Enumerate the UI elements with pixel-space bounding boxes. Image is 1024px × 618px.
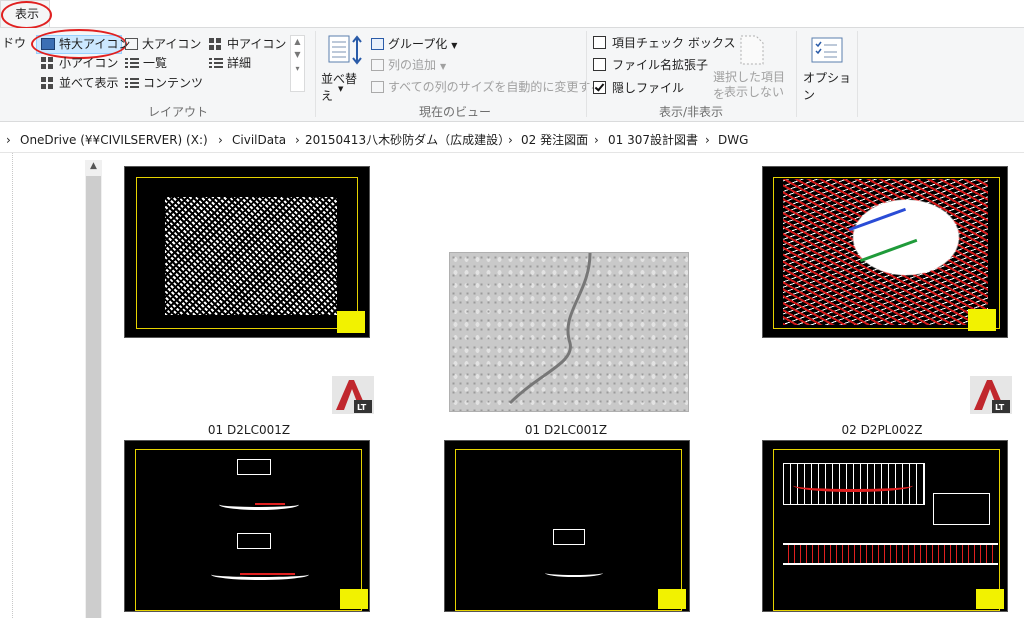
- large-icons-icon: [125, 38, 138, 50]
- address-bar[interactable]: › OneDrive (¥¥CIVILSERVER) (X:) › CivilD…: [0, 128, 1024, 153]
- svg-text:LT: LT: [357, 403, 367, 412]
- file-thumbnail: [124, 166, 370, 338]
- layout-list[interactable]: 一覧: [125, 54, 167, 72]
- breadcrumb-item[interactable]: 02 発注図面: [521, 128, 588, 152]
- list-icon: [125, 57, 139, 69]
- file-name: 01 D2LC001Z: [524, 423, 608, 437]
- sort-by-button[interactable]: 並べ替え ▼: [320, 33, 366, 103]
- file-extensions-toggle[interactable]: ファイル名拡張子: [593, 56, 708, 74]
- breadcrumb-item[interactable]: OneDrive (¥¥CIVILSERVER) (X:): [20, 128, 208, 152]
- pane-group-clipped-label: ドウ: [2, 36, 27, 50]
- size-all-columns-button[interactable]: すべての列のサイズを自動的に変更する: [371, 78, 602, 96]
- group-by-button[interactable]: グループ化 ▼: [371, 35, 457, 53]
- chevron-down-icon: ▼: [440, 62, 447, 71]
- file-item[interactable]: LT 01 D2LC001Z: [124, 166, 374, 437]
- small-icons-icon: [41, 57, 55, 69]
- navigation-pane-edge: [0, 153, 13, 618]
- layout-details[interactable]: 詳細: [209, 54, 251, 72]
- layout-medium-icons[interactable]: 中アイコン: [209, 35, 286, 53]
- river-path: [508, 253, 592, 405]
- group-label-show-hide: 表示/非表示: [659, 105, 724, 119]
- size-columns-icon: [371, 81, 384, 93]
- group-separator: [315, 31, 316, 117]
- details-icon: [209, 57, 223, 69]
- breadcrumb-separator: ›: [594, 133, 599, 147]
- content-icon: [125, 77, 139, 89]
- annotation-circle-tab: [1, 1, 52, 29]
- breadcrumb-item[interactable]: 20150413八木砂防ダム（広成建設）: [305, 128, 510, 152]
- file-thumbnail-map: [449, 252, 689, 412]
- breadcrumb-separator: ›: [6, 133, 11, 147]
- autocad-lt-icon: LT: [332, 376, 374, 414]
- breadcrumb-separator: ›: [218, 133, 223, 147]
- group-separator: [586, 31, 587, 117]
- chevron-down-icon[interactable]: ▼: [291, 48, 304, 62]
- chevron-down-icon: ▼: [338, 85, 344, 93]
- file-thumbnail[interactable]: [444, 440, 690, 612]
- layout-extra-large-icons[interactable]: 特大アイコン: [41, 35, 130, 53]
- breadcrumb-item[interactable]: DWG: [718, 128, 748, 152]
- breadcrumb-separator: ›: [295, 133, 300, 147]
- layout-content[interactable]: コンテンツ: [125, 74, 203, 92]
- chevron-down-icon: ▼: [451, 41, 458, 50]
- group-label-current-view: 現在のビュー: [419, 105, 492, 119]
- layout-small-icons[interactable]: 小アイコン: [41, 54, 118, 72]
- group-label-layout: レイアウト: [148, 105, 209, 119]
- add-columns-button[interactable]: 列の追加 ▼: [371, 56, 446, 74]
- autocad-lt-icon: LT: [970, 376, 1012, 414]
- breadcrumb-item[interactable]: CivilData: [232, 128, 286, 152]
- options-button[interactable]: オプション: [800, 33, 854, 102]
- tiles-icon: [41, 77, 55, 89]
- svg-text:LT: LT: [995, 403, 1005, 412]
- group-separator: [796, 31, 797, 117]
- layout-large-icons[interactable]: 大アイコン: [125, 35, 201, 53]
- expand-gallery-icon[interactable]: ▾: [291, 62, 304, 76]
- hidden-items-toggle[interactable]: 隠しファイル: [593, 79, 684, 97]
- file-thumbnail: [762, 166, 1008, 338]
- breadcrumb-item[interactable]: 01 307設計図書: [608, 128, 698, 152]
- group-separator: [857, 31, 858, 117]
- breadcrumb-separator: ›: [705, 133, 710, 147]
- add-columns-icon: [371, 59, 384, 71]
- sort-by-icon: [328, 35, 362, 65]
- medium-icons-icon: [209, 38, 223, 50]
- scrollbar-thumb[interactable]: [86, 176, 101, 618]
- hide-selected-icon: [740, 35, 764, 65]
- group-by-icon: [371, 38, 384, 50]
- chevron-up-icon[interactable]: ▲: [86, 161, 101, 175]
- layout-gallery-scroll[interactable]: ▲ ▼ ▾: [290, 35, 305, 92]
- extra-large-icons-icon: [41, 38, 55, 50]
- chevron-up-icon[interactable]: ▲: [291, 36, 304, 48]
- checkbox-checked[interactable]: [593, 81, 606, 94]
- options-icon: [811, 37, 843, 63]
- file-item[interactable]: 01 D2LC001Z: [446, 250, 696, 438]
- layout-tiles[interactable]: 並べて表示: [41, 74, 119, 92]
- file-thumbnail[interactable]: [762, 440, 1008, 612]
- checkbox[interactable]: [593, 58, 606, 71]
- file-name: 01 D2LC001Z: [207, 423, 291, 437]
- ribbon-tab-bar: [0, 0, 1024, 28]
- file-thumbnail[interactable]: [124, 440, 370, 612]
- checkbox[interactable]: [593, 36, 606, 49]
- file-name: 02 D2PL002Z: [841, 423, 923, 437]
- breadcrumb-separator: ›: [508, 133, 513, 147]
- hide-selected-items-button[interactable]: 選択した項目を 表示しない: [710, 33, 794, 101]
- file-item[interactable]: LT 02 D2PL002Z: [762, 166, 1024, 437]
